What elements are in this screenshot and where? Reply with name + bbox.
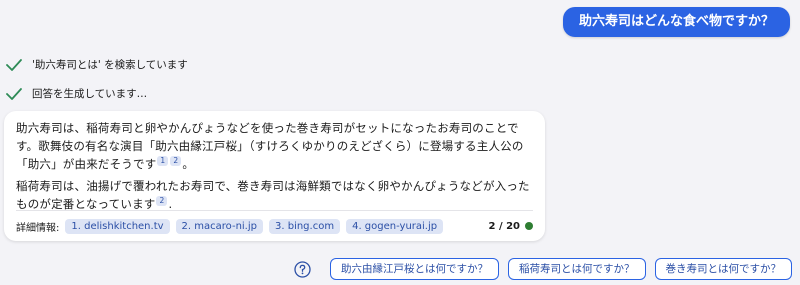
answer-card: 助六寿司は、稲荷寿司と卵やかんぴょうなどを使った巻き寿司がセットになったお寿司の… bbox=[4, 111, 545, 241]
references-bar: 詳細情報: 1. delishkitchen.tv 2. macaro-ni.j… bbox=[16, 210, 533, 241]
answer-paragraph-2-text: 稲荷寿司は、油揚げで覆われたお寿司で、巻き寿司は海鮮類ではなく卵やかんぴょうなど… bbox=[16, 179, 530, 211]
answer-paragraph-1: 助六寿司は、稲荷寿司と卵やかんぴょうなどを使った巻き寿司がセットになったお寿司の… bbox=[16, 119, 533, 173]
reference-link-3[interactable]: 3. bing.com bbox=[269, 218, 341, 234]
status-dot-icon bbox=[525, 222, 533, 230]
answer-paragraph-1-text: 助六寿司は、稲荷寿司と卵やかんぴょうなどを使った巻き寿司がセットになったお寿司の… bbox=[16, 121, 524, 171]
answer-paragraph-2-end: . bbox=[168, 197, 173, 211]
user-message-bubble: 助六寿司はどんな食べ物ですか？ bbox=[562, 7, 790, 37]
status-generating-text: 回答を生成しています… bbox=[32, 88, 148, 100]
check-icon bbox=[6, 58, 22, 71]
status-searching-text: '助六寿司とは' を検索しています bbox=[32, 59, 188, 71]
citation-2[interactable]: 2 bbox=[170, 156, 182, 167]
question-circle-icon[interactable] bbox=[294, 260, 311, 278]
suggestion-chip-2[interactable]: 稲荷寿司とは何ですか？ bbox=[508, 258, 646, 280]
citation-2[interactable]: 2 bbox=[156, 196, 168, 207]
reference-link-1[interactable]: 1. delishkitchen.tv bbox=[65, 218, 170, 234]
status-generating: 回答を生成しています… bbox=[6, 86, 147, 101]
reference-link-4[interactable]: 4. gogen-yurai.jp bbox=[346, 218, 444, 234]
references-label: 詳細情報: bbox=[16, 222, 60, 234]
check-icon bbox=[6, 87, 22, 100]
answer-paragraph-2: 稲荷寿司は、油揚げで覆われたお寿司で、巻き寿司は海鮮類ではなく卵やかんぴょうなど… bbox=[16, 177, 533, 213]
response-counter-text: 2 / 20 bbox=[488, 220, 521, 232]
reference-link-2[interactable]: 2. macaro-ni.jp bbox=[175, 218, 263, 234]
suggestions-bar: 助六由縁江戸桜とは何ですか？ 稲荷寿司とは何ですか？ 巻き寿司とは何ですか？ bbox=[294, 258, 792, 280]
response-counter: 2 / 20 bbox=[488, 220, 533, 232]
answer-paragraph-1-end: 。 bbox=[182, 157, 195, 171]
status-searching: '助六寿司とは' を検索しています bbox=[6, 57, 188, 72]
citation-1[interactable]: 1 bbox=[157, 156, 169, 167]
suggestion-chip-1[interactable]: 助六由縁江戸桜とは何ですか？ bbox=[330, 258, 499, 280]
suggestion-chip-3[interactable]: 巻き寿司とは何ですか？ bbox=[654, 258, 792, 280]
